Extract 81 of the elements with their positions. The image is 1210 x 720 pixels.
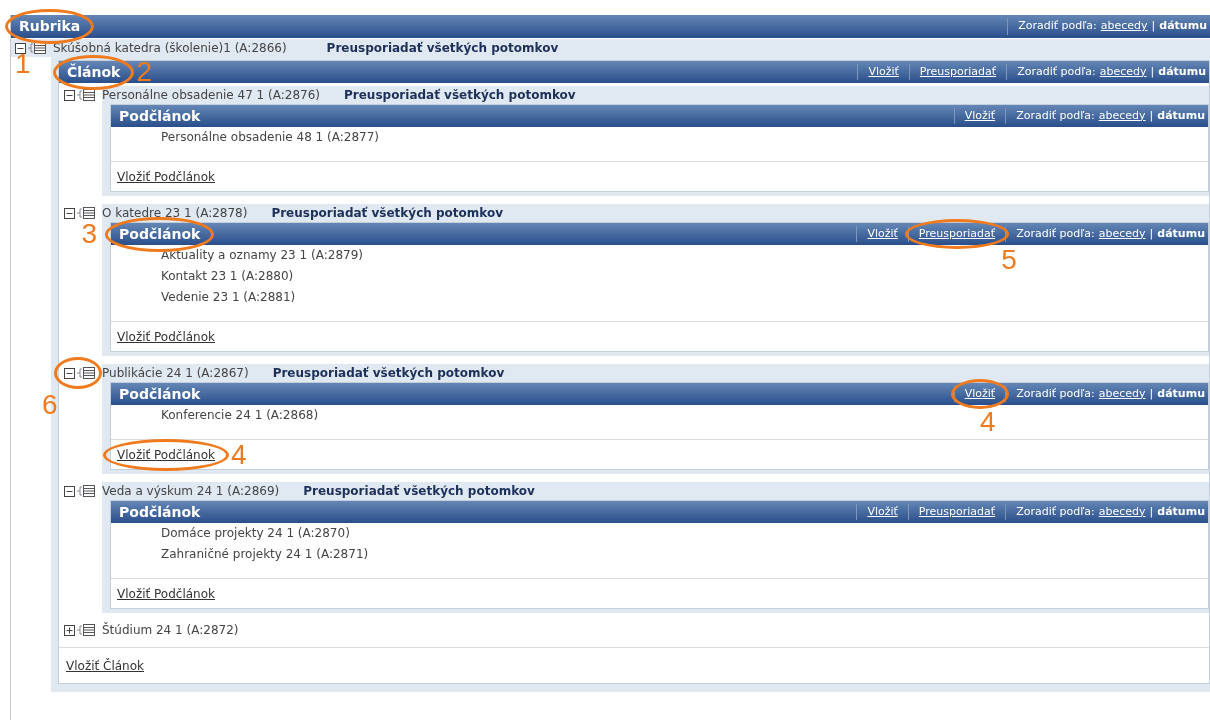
sort-separator: | (1149, 503, 1154, 520)
article-item[interactable]: Domáce projekty 24 1 (A:2870) (161, 523, 350, 544)
article-item[interactable]: Personálne obsadenie 48 1 (A:2877) (161, 127, 379, 148)
header-link[interactable]: Preusporiadať (918, 503, 996, 521)
list-icon (76, 367, 96, 379)
section-title: Podčlánok (119, 224, 201, 244)
header-link[interactable]: Preusporiadať (918, 225, 996, 243)
sort-link[interactable]: dátumu (1157, 385, 1205, 403)
sort-link[interactable]: abecedy (1098, 225, 1146, 243)
article-item[interactable]: Konferencie 24 1 (A:2868) (161, 405, 319, 426)
sort-separator: | (1149, 107, 1154, 124)
collapse-icon[interactable] (15, 42, 26, 54)
node-label[interactable]: Štúdium 24 1 (A:2872) (102, 621, 239, 639)
sort-label: Zoradiť podľa: (1017, 63, 1096, 80)
sort-label: Zoradiť podľa: (1016, 385, 1095, 402)
sort-link[interactable]: abecedy (1098, 107, 1146, 125)
header-link[interactable]: Vložiť (867, 503, 898, 521)
sort-separator: | (1149, 385, 1154, 402)
node-label[interactable]: Publikácie 24 1 (A:2867) (102, 364, 249, 382)
section-title: Rubrika (19, 17, 81, 36)
sort-link[interactable]: abecedy (1098, 385, 1146, 403)
annotation-number: 1 (15, 50, 31, 78)
list-icon (76, 485, 96, 497)
annotation-number: 3 (81, 220, 97, 248)
expand-icon[interactable] (64, 624, 75, 636)
article-item[interactable]: Vedenie 23 1 (A:2881) (161, 287, 296, 308)
annotation-number: 4 (979, 408, 996, 437)
node-label[interactable]: Veda a výskum 24 1 (A:2869) (102, 482, 280, 500)
header-link[interactable]: Vložiť (964, 107, 996, 125)
sort-link[interactable]: dátumu (1157, 225, 1205, 243)
article-item[interactable]: Aktuality a oznamy 23 1 (A:2879) (161, 245, 363, 266)
annotation-ellipse (950, 378, 1010, 410)
sort-label: Zoradiť podľa: (1016, 225, 1095, 242)
reorder-link[interactable]: Preusporiadať všetkých potomkov (303, 482, 535, 500)
list-icon (27, 42, 47, 54)
reorder-link[interactable]: Preusporiadať všetkých potomkov (344, 86, 576, 104)
annotation-number: 6 (42, 391, 58, 419)
insert-link[interactable]: Vložiť Článok (66, 656, 144, 675)
sort-link[interactable]: dátumu (1159, 18, 1207, 35)
insert-link[interactable]: Vložiť Podčlánok (117, 445, 215, 464)
header-link[interactable]: Vložiť (868, 63, 899, 81)
node-label[interactable]: O katedre 23 1 (A:2878) (102, 204, 248, 222)
section-title: Podčlánok (119, 502, 201, 522)
header-link[interactable]: Vložiť (964, 385, 996, 403)
annotation-number: 5 (1001, 246, 1017, 275)
insert-link[interactable]: Vložiť Podčlánok (117, 584, 215, 603)
reorder-link[interactable]: Preusporiadať všetkých potomkov (271, 204, 504, 222)
sort-link[interactable]: abecedy (1099, 63, 1147, 81)
annotation-number: 2 (136, 58, 152, 86)
section-title: Podčlánok (119, 106, 201, 126)
header-link[interactable]: Preusporiadať (919, 63, 997, 81)
annotation-number: 4 (231, 440, 247, 469)
list-icon (76, 207, 96, 219)
insert-link[interactable]: Vložiť Podčlánok (117, 167, 215, 186)
section-title: Článok (67, 62, 121, 82)
reorder-link[interactable]: Preusporiadať všetkých potomkov (326, 39, 559, 57)
collapse-icon[interactable] (64, 367, 75, 379)
section-title: Podčlánok (119, 384, 201, 404)
sort-link[interactable]: dátumu (1157, 107, 1205, 125)
sort-label: Zoradiť podľa: (1018, 18, 1097, 35)
sort-separator: | (1149, 225, 1154, 242)
node-label[interactable]: Personálne obsadenie 47 1 (A:2876) (102, 86, 320, 104)
collapse-icon[interactable] (64, 207, 75, 219)
list-icon (76, 624, 96, 636)
sort-label: Zoradiť podľa: (1016, 107, 1095, 124)
sort-label: Zoradiť podľa: (1016, 503, 1095, 520)
sort-link[interactable]: dátumu (1158, 63, 1206, 81)
header-link[interactable]: Vložiť (867, 225, 898, 243)
sort-link[interactable]: dátumu (1157, 503, 1205, 521)
collapse-icon[interactable] (64, 89, 75, 101)
insert-link[interactable]: Vložiť Podčlánok (117, 327, 215, 346)
node-label[interactable]: Skúšobná katedra (školenie)1 (A:2866) (53, 39, 287, 57)
list-icon (76, 89, 96, 101)
article-item[interactable]: Zahraničné projekty 24 1 (A:2871) (161, 544, 369, 565)
sort-link[interactable]: abecedy (1100, 18, 1148, 35)
reorder-link[interactable]: Preusporiadať všetkých potomkov (272, 364, 505, 382)
collapse-icon[interactable] (64, 485, 75, 497)
article-item[interactable]: Kontakt 23 1 (A:2880) (161, 266, 294, 287)
sort-separator: | (1150, 63, 1155, 80)
sort-separator: | (1151, 18, 1156, 35)
sort-link[interactable]: abecedy (1098, 503, 1146, 521)
